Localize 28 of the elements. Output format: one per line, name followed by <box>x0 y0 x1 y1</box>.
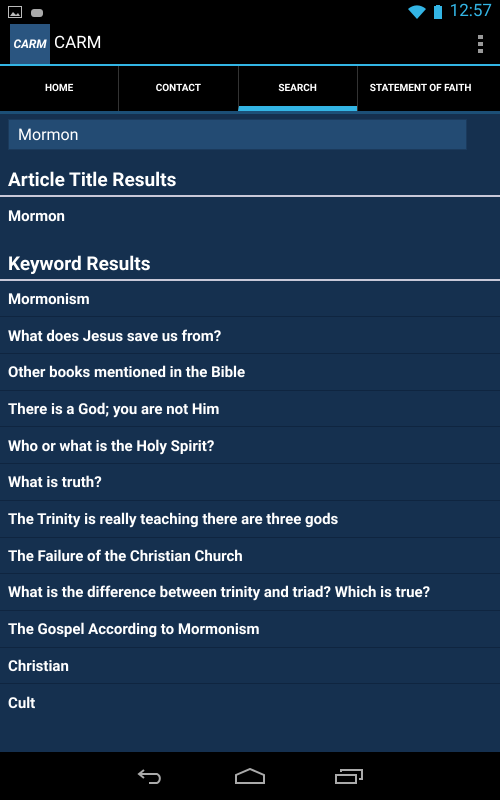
battery-icon <box>434 5 442 19</box>
section-heading: Article Title Results <box>8 168 176 191</box>
result-item[interactable]: Who or what is the Holy Spirit? <box>8 434 214 458</box>
result-item[interactable]: Mormonism <box>8 288 90 310</box>
result-item[interactable]: Mormon <box>8 205 65 228</box>
result-item[interactable]: What does Jesus save us from? <box>8 324 222 348</box>
result-item[interactable]: Cult <box>8 692 36 715</box>
result-item[interactable]: Christian <box>8 654 69 678</box>
image-icon <box>8 6 22 18</box>
search-field[interactable]: Mormon <box>8 119 467 150</box>
result-item[interactable]: Other books mentioned in the Bible <box>8 361 246 384</box>
result-item[interactable]: What is the difference between trinity and triad? Which is true? <box>8 581 430 604</box>
tab[interactable]: CONTACT <box>118 66 238 111</box>
tab[interactable]: STATEMENT OF FAITH <box>356 66 500 111</box>
result-item[interactable]: What is truth? <box>8 471 102 494</box>
overflow-menu-icon[interactable] <box>478 35 484 53</box>
app-logo: CARM <box>10 24 50 64</box>
result-item[interactable]: The Trinity is really teaching there are three gods <box>8 508 338 530</box>
app-title: CARM <box>54 32 102 56</box>
tab[interactable]: HOME <box>0 66 118 111</box>
section-heading: Keyword Results <box>8 252 150 275</box>
result-item[interactable]: There is a God; you are not Him <box>8 398 220 420</box>
home-icon[interactable] <box>235 768 265 784</box>
result-item[interactable]: The Gospel According to Mormonism <box>8 618 260 641</box>
recent-apps-icon[interactable] <box>335 768 363 784</box>
result-item[interactable]: The Failure of the Christian Church <box>8 544 243 568</box>
wifi-icon <box>408 5 426 19</box>
clock-time: 12:57 <box>450 0 492 24</box>
